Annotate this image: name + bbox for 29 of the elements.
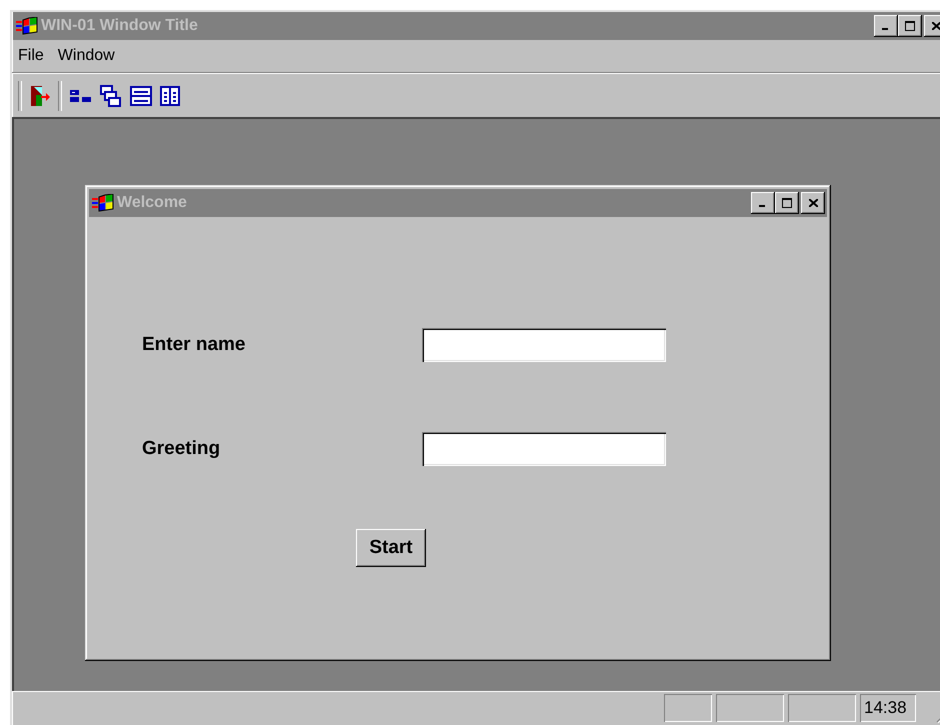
window-title: WIN-01 Window Title (41, 17, 199, 35)
maximize-button[interactable] (775, 192, 799, 214)
minimize-button[interactable] (874, 15, 898, 37)
cascade-windows-icon[interactable] (100, 85, 122, 107)
exit-door-icon[interactable] (30, 85, 50, 107)
maximize-icon (905, 21, 915, 31)
field-label: Greeting (142, 438, 222, 460)
status-panel (664, 694, 712, 722)
close-button[interactable] (801, 192, 825, 214)
menu-item[interactable]: File (18, 47, 44, 65)
windows-logo-icon (92, 194, 114, 212)
text-field[interactable] (422, 432, 666, 466)
status-time: 14:38 (860, 694, 916, 722)
maximize-button[interactable] (898, 15, 922, 37)
windows-logo-icon (16, 17, 38, 35)
window-title: Welcome (117, 194, 188, 212)
minimize-button[interactable] (751, 192, 775, 214)
vertical-tile-icon[interactable] (160, 86, 180, 106)
close-icon (932, 22, 940, 30)
minimized-windows-icon[interactable] (70, 90, 92, 102)
status-panel (788, 694, 856, 722)
maximize-icon (782, 198, 792, 208)
start-button[interactable]: Start (356, 529, 426, 567)
text-field[interactable] (422, 328, 666, 362)
close-icon (808, 199, 818, 207)
horizontal-tile-icon[interactable] (130, 86, 152, 106)
menu-item[interactable]: Window (58, 47, 115, 65)
field-label: Enter name (142, 334, 246, 356)
status-panel (716, 694, 784, 722)
